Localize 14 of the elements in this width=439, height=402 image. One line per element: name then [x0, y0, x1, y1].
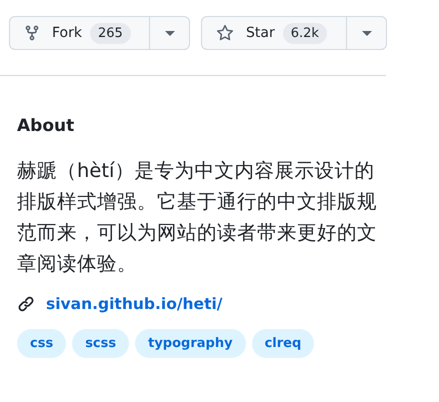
- caret-icon: [164, 30, 174, 36]
- star-icon: [216, 24, 234, 42]
- about-heading: About: [17, 116, 76, 136]
- count-badge: 265: [90, 22, 131, 44]
- about-description: 赫蹏（hètí）是专为中文内容展示设计的排版样式增强。它基于通行的中文排版规范而来，可以为网站的读者带来更好的文章阅读体验。: [17, 158, 378, 277]
- website-link[interactable]: sivan.github.io/heti/: [46, 295, 222, 313]
- caret-icon: [362, 30, 372, 36]
- count-badge: 6.2k: [282, 22, 327, 44]
- topic-tag[interactable]: clreq: [252, 329, 314, 358]
- topic-tag[interactable]: css: [17, 329, 66, 358]
- fork-icon: [24, 25, 40, 41]
- link-icon: [17, 295, 35, 313]
- topic-tag[interactable]: typography: [135, 329, 246, 358]
- topic-tag[interactable]: scss: [72, 329, 130, 358]
